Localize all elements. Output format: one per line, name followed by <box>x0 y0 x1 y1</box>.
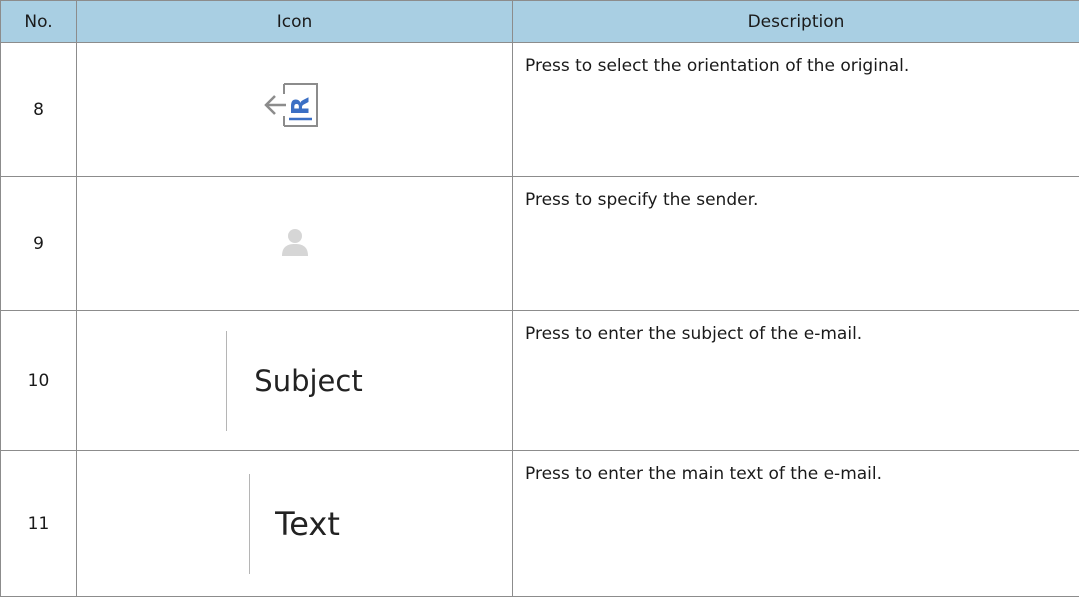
icon-cell: Subject <box>77 311 513 451</box>
table-row: 11 Text Press to enter the main text of … <box>1 451 1079 597</box>
table-row: 10 Subject Press to enter the subject of… <box>1 311 1079 451</box>
orientation-icon: R <box>262 80 328 140</box>
icon-cell <box>77 177 513 311</box>
table-row: 8 R <box>1 43 1079 177</box>
row-number: 8 <box>1 43 77 177</box>
text-icon-label: Text <box>249 474 340 574</box>
description-text: Press to enter the subject of the e-mail… <box>513 311 1079 451</box>
header-icon: Icon <box>77 1 513 43</box>
subject-icon: Subject <box>226 331 362 431</box>
description-text: Press to enter the main text of the e-ma… <box>513 451 1079 597</box>
table-header-row: No. Icon Description <box>1 1 1079 43</box>
svg-text:R: R <box>286 96 314 114</box>
text-icon: Text <box>249 474 340 574</box>
divider <box>249 474 250 574</box>
subject-icon-label: Subject <box>226 331 362 431</box>
row-number: 11 <box>1 451 77 597</box>
table-row: 9 Press to specify the sender. <box>1 177 1079 311</box>
person-icon <box>280 227 310 261</box>
icon-cell: Text <box>77 451 513 597</box>
divider <box>226 331 227 431</box>
icon-description-table: No. Icon Description 8 <box>0 0 1079 597</box>
header-no: No. <box>1 1 77 43</box>
header-description: Description <box>513 1 1079 43</box>
description-text: Press to select the orientation of the o… <box>513 43 1079 177</box>
icon-cell: R <box>77 43 513 177</box>
description-text: Press to specify the sender. <box>513 177 1079 311</box>
row-number: 9 <box>1 177 77 311</box>
row-number: 10 <box>1 311 77 451</box>
